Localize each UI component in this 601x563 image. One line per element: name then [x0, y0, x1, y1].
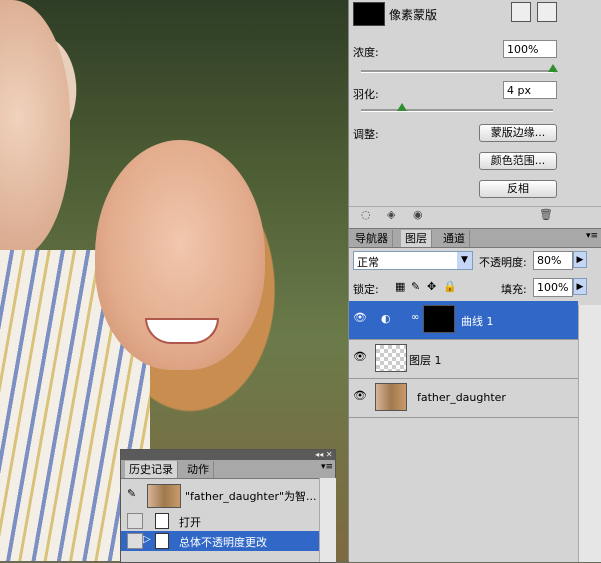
- color-range-button[interactable]: 颜色范围...: [479, 152, 557, 170]
- tab-layers[interactable]: 图层: [401, 230, 432, 247]
- layer-thumbnail: [375, 344, 407, 372]
- layers-tabbar: 导航器 图层 通道 ▾≡: [349, 229, 601, 248]
- masks-panel: 像素蒙版 浓度: 100% 羽化: 4 px 调整: 蒙版边缘... 颜色范围.…: [349, 0, 601, 228]
- layers-scrollbar[interactable]: [578, 305, 601, 562]
- fill-label: 填充:: [501, 283, 527, 296]
- layer-row-curves[interactable]: 👁 ◐ ∞ 曲线 1: [349, 301, 578, 340]
- snapshot-thumbnail: [147, 484, 181, 508]
- layers-panel: 导航器 图层 通道 ▾≡ 正常 ▼ 不透明度: 80% ▶ 锁定: ▦ ✎ ✥ …: [349, 228, 601, 562]
- lock-position-icon[interactable]: ✥: [427, 280, 436, 293]
- lock-transparent-icon[interactable]: ▦: [395, 280, 405, 293]
- history-source-checkbox[interactable]: [127, 533, 143, 549]
- opacity-field[interactable]: 80%: [533, 251, 573, 270]
- link-icon[interactable]: ∞: [411, 312, 419, 323]
- vector-mask-icon[interactable]: [537, 2, 557, 22]
- eye-icon[interactable]: 👁: [351, 350, 369, 366]
- history-scrollbar[interactable]: [319, 478, 336, 562]
- density-label: 浓度:: [353, 46, 379, 59]
- visibility-icon[interactable]: ◉: [413, 208, 423, 221]
- tab-channels[interactable]: 通道: [439, 230, 470, 247]
- density-slider-track[interactable]: [361, 70, 553, 73]
- load-selection-icon[interactable]: ◌: [361, 208, 371, 221]
- blend-mode-select[interactable]: 正常 ▼: [353, 251, 473, 270]
- history-item-label: 打开: [179, 516, 201, 529]
- layer-mask-thumbnail[interactable]: [423, 305, 455, 333]
- fill-field[interactable]: 100%: [533, 278, 573, 297]
- history-item-label: 总体不透明度更改: [179, 536, 267, 549]
- masks-title: 像素蒙版: [389, 8, 438, 22]
- blend-mode-value: 正常: [357, 256, 379, 269]
- layer-name: 图层 1: [409, 354, 442, 367]
- panel-menu-icon[interactable]: ▾≡: [586, 231, 598, 241]
- layer-name: 曲线 1: [461, 315, 494, 328]
- history-panel: ◂◂ ✕ 历史记录 动作 ▾≡ ✎ "father_daughter"为智...…: [120, 449, 336, 563]
- density-slider-knob[interactable]: [548, 64, 558, 72]
- photo-man-face: [0, 0, 70, 260]
- apply-mask-icon[interactable]: ◈: [387, 208, 395, 221]
- lock-all-icon[interactable]: 🔒: [443, 280, 457, 293]
- feather-slider-track[interactable]: [361, 109, 553, 112]
- history-item-open[interactable]: 打开: [121, 511, 319, 531]
- history-tabbar: 历史记录 动作 ▾≡: [121, 460, 335, 479]
- masks-bottom-bar: ◌ ◈ ◉ 🗑: [349, 206, 601, 225]
- layer-row-background[interactable]: 👁 father_daughter: [349, 379, 578, 418]
- feather-slider-knob[interactable]: [397, 103, 407, 111]
- eye-icon[interactable]: 👁: [351, 389, 369, 405]
- opacity-label: 不透明度:: [479, 256, 527, 269]
- snapshot-label: "father_daughter"为智...: [185, 490, 317, 503]
- layer-thumbnail: [375, 383, 407, 411]
- tab-history[interactable]: 历史记录: [125, 461, 178, 478]
- history-menu-icon[interactable]: ▾≡: [321, 462, 333, 472]
- adjust-label: 调整:: [353, 128, 379, 141]
- document-icon: [155, 533, 169, 549]
- history-source-checkbox[interactable]: [127, 513, 143, 529]
- history-item-opacity-change[interactable]: ▷ 总体不透明度更改: [121, 531, 319, 551]
- brush-icon: ✎: [127, 487, 137, 500]
- chevron-down-icon: ▼: [457, 252, 472, 269]
- lock-label: 锁定:: [353, 283, 379, 296]
- density-field[interactable]: 100%: [503, 40, 557, 58]
- right-panel: 像素蒙版 浓度: 100% 羽化: 4 px 调整: 蒙版边缘... 颜色范围.…: [348, 0, 601, 562]
- tab-actions[interactable]: 动作: [183, 461, 214, 478]
- layer-name: father_daughter: [417, 391, 506, 404]
- layer-row-layer1[interactable]: 👁 图层 1: [349, 340, 578, 379]
- history-state-marker-icon: ▷: [143, 534, 151, 545]
- fill-arrow-icon[interactable]: ▶: [573, 278, 587, 295]
- lock-image-icon[interactable]: ✎: [411, 280, 420, 293]
- pixel-mask-icon[interactable]: [511, 2, 531, 22]
- mask-edge-button[interactable]: 蒙版边缘...: [479, 124, 557, 142]
- curves-adjustment-icon: ◐: [381, 312, 391, 325]
- mask-thumbnail: [353, 2, 385, 26]
- feather-field[interactable]: 4 px: [503, 81, 557, 99]
- history-snapshot[interactable]: ✎ "father_daughter"为智...: [121, 482, 319, 508]
- history-titlebar[interactable]: ◂◂ ✕: [121, 450, 335, 460]
- invert-button[interactable]: 反相: [479, 180, 557, 198]
- tab-navigator[interactable]: 导航器: [351, 230, 393, 247]
- opacity-arrow-icon[interactable]: ▶: [573, 251, 587, 268]
- eye-icon[interactable]: 👁: [351, 311, 369, 327]
- feather-label: 羽化:: [353, 88, 379, 101]
- document-icon: [155, 513, 169, 529]
- delete-mask-icon[interactable]: 🗑: [539, 208, 553, 221]
